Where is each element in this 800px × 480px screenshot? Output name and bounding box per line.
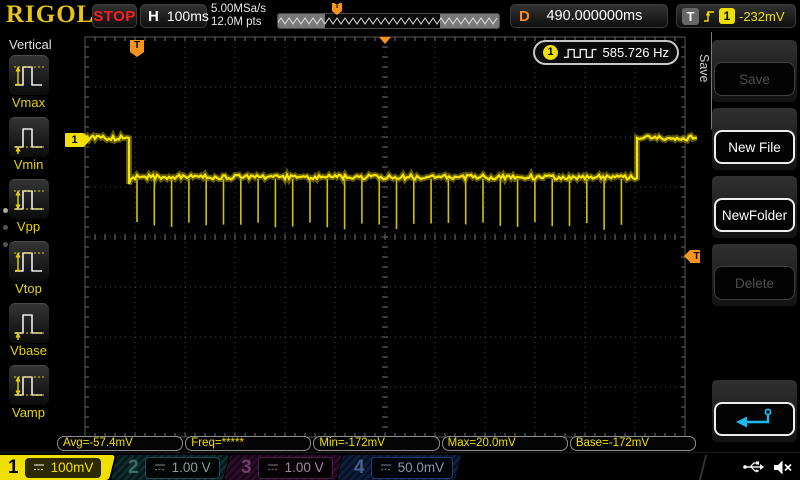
run-stop-status[interactable]: STOP	[92, 4, 137, 28]
freq-value: 585.726 Hz	[602, 45, 670, 60]
save-menu: Save Save New File NewFolder Delete	[697, 32, 800, 452]
channel-status-bar: 1 100mV 2 1.00 V 3 1.00 V 4 50.0mV	[0, 452, 800, 480]
sidebar-item-label: Vtop	[15, 281, 42, 296]
top-bar: RIGOL STOP H 100ms 5.00MSa/s 12.0M pts T…	[0, 0, 800, 32]
speaker-muted-icon	[774, 460, 792, 474]
channel-scale: 50.0mV	[397, 460, 445, 475]
waveform-overview-strip[interactable]: T	[276, 3, 500, 29]
square-wave-icon	[563, 48, 597, 58]
sidebar-item-vtop[interactable]: Vtop	[0, 241, 57, 303]
rigol-logo: RIGOL	[6, 1, 95, 28]
menu-button-new-file[interactable]: New File	[714, 130, 795, 164]
sidebar-item-label: Vmax	[11, 95, 46, 110]
menu-page-dots	[3, 208, 8, 247]
sidebar-item-vmin[interactable]: Vmin	[0, 117, 57, 179]
dc-coupling-icon	[267, 464, 278, 471]
measurement-max: Max=20.0mV	[441, 436, 568, 451]
delay-value: 490.000000ms	[546, 8, 643, 24]
usb-icon	[743, 461, 764, 473]
sidebar-item-vamp[interactable]: Vamp	[0, 365, 57, 427]
channel-number: 1	[8, 456, 19, 478]
vbase-icon	[13, 313, 44, 340]
measurement-base: Base=-172mV	[569, 436, 697, 451]
sidebar-item-label: Vmin	[13, 157, 44, 172]
menu-button-new-folder[interactable]: NewFolder	[714, 198, 795, 232]
return-arrow-icon	[735, 408, 772, 428]
trigger-position-marker[interactable]: T	[130, 40, 144, 57]
sidebar-item-vpp[interactable]: Vpp	[0, 179, 57, 241]
sample-rate: 5.00MSa/s	[211, 3, 266, 15]
channel-scale: 100mV	[50, 460, 94, 475]
scope-display: T 1 T 1 585.726 Hz Avg=-57.4mV Freq=****…	[57, 32, 703, 452]
acquisition-info: 5.00MSa/s 12.0M pts	[211, 3, 266, 29]
menu-slot: Delete	[712, 244, 797, 306]
channel-1-status[interactable]: 1 100mV	[0, 455, 116, 480]
channel-scale: 1.00 V	[284, 460, 324, 475]
freq-channel-chip: 1	[543, 45, 558, 60]
measurement-freq: Freq=*****	[185, 436, 312, 451]
d-label: D	[519, 7, 530, 25]
channel-2-status[interactable]: 2 1.00 V	[110, 455, 230, 480]
channel-number: 2	[128, 456, 139, 478]
status-icons	[742, 459, 792, 475]
ch1-level-marker[interactable]: 1	[65, 133, 90, 147]
trigger-box[interactable]: T 1 -232mV	[676, 4, 796, 28]
sidebar-item-label: Vbase	[10, 343, 47, 358]
vertical-measure-menu: Vertical Vmax Vmin Vpp Vtop Vbase Vamp	[0, 32, 57, 452]
sidebar-item-vbase[interactable]: Vbase	[0, 303, 57, 365]
memory-depth: 12.0M pts	[211, 16, 262, 28]
oscilloscope-screen: RIGOL STOP H 100ms 5.00MSa/s 12.0M pts T…	[0, 0, 800, 480]
vamp-icon	[13, 375, 44, 396]
overview-trigger-marker[interactable]: T	[332, 3, 342, 15]
vmin-icon	[13, 127, 44, 154]
rising-edge-icon	[704, 10, 714, 22]
menu-slot: New File	[712, 108, 797, 170]
delay-box[interactable]: D 490.000000ms	[510, 4, 668, 28]
menu-slot	[712, 380, 797, 442]
t-label: T	[682, 7, 699, 25]
vmax-icon	[13, 65, 44, 86]
bottom-bar-divider	[698, 455, 718, 480]
trigger-level-value: -232mV	[739, 8, 785, 24]
measurement-avg: Avg=-57.4mV	[57, 436, 184, 451]
sidebar-item-label: Vpp	[16, 219, 41, 234]
menu-slot: NewFolder	[712, 176, 797, 238]
sidebar-item-vmax[interactable]: Vmax	[0, 55, 57, 117]
dc-coupling-icon	[154, 464, 165, 471]
menu-button-save[interactable]: Save	[714, 62, 795, 96]
vtop-icon	[13, 251, 44, 272]
channel-scale: 1.00 V	[171, 460, 211, 475]
sidebar-title: Vertical	[9, 37, 52, 52]
channel-3-status[interactable]: 3 1.00 V	[223, 455, 343, 480]
dc-coupling-icon	[33, 464, 44, 471]
menu-button-back[interactable]	[714, 402, 795, 436]
vpp-icon	[13, 189, 44, 210]
delay-position-marker[interactable]	[379, 37, 391, 44]
horizontal-timebase-box[interactable]: H 100ms	[140, 4, 209, 28]
waveform-plot	[83, 36, 698, 438]
channel-number: 3	[241, 456, 252, 478]
sidebar-item-label: Vamp	[12, 405, 45, 420]
frequency-counter: 1 585.726 Hz	[533, 40, 679, 65]
menu-slot: Save	[712, 40, 797, 102]
trigger-source-chip: 1	[719, 8, 735, 24]
h-label: H	[148, 7, 159, 25]
menu-button-delete[interactable]: Delete	[714, 266, 795, 300]
menu-tab-save[interactable]: Save	[697, 54, 711, 83]
measurement-bar: Avg=-57.4mV Freq=***** Min=-172mV Max=20…	[57, 436, 697, 451]
channel-number: 4	[354, 456, 365, 478]
overview-wave-icon	[276, 13, 500, 29]
dc-coupling-icon	[380, 464, 391, 471]
channel-4-status[interactable]: 4 50.0mV	[336, 455, 462, 480]
timebase-value: 100ms	[166, 8, 209, 24]
measurement-min: Min=-172mV	[313, 436, 440, 451]
